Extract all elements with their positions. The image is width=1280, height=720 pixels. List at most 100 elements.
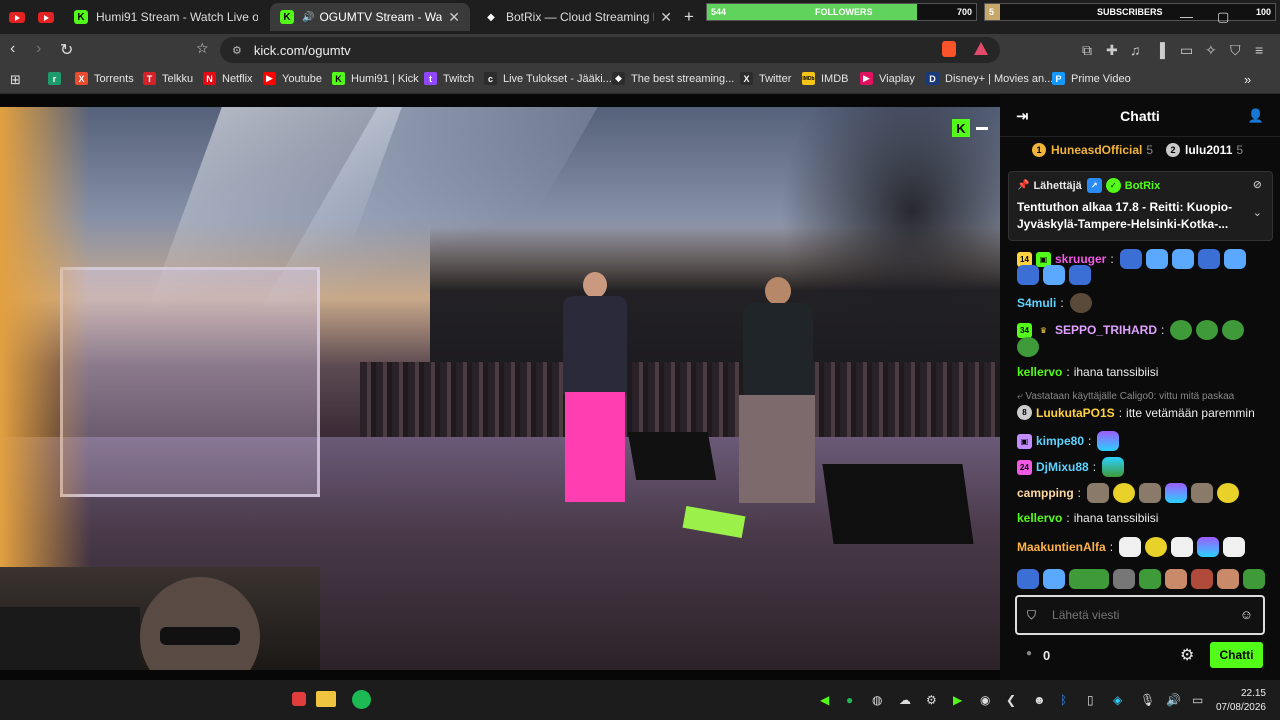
security-icon[interactable]: ◈ [1113, 693, 1122, 707]
reload-icon[interactable]: ↻ [60, 40, 73, 60]
pinned-tab-youtube[interactable] [4, 5, 30, 29]
emoji-picker-icon[interactable]: ☺ [1240, 607, 1253, 622]
bookmark-item[interactable]: P Prime Video [1052, 72, 1131, 85]
tab-botrix[interactable]: ◆ BotRix — Cloud Streaming Bot for Twitc… [474, 3, 682, 31]
leaderboard-entry[interactable]: 2 lulu2011 5 [1166, 143, 1243, 157]
chat-username[interactable]: LuukutaPO1S [1036, 406, 1115, 420]
chat-message-input[interactable] [1052, 608, 1223, 622]
more-bookmarks-icon[interactable]: » [1244, 72, 1251, 87]
followers-progress-fill [707, 4, 917, 20]
forward-icon[interactable]: › [36, 40, 41, 58]
bookmark-item[interactable]: X Torrents [75, 72, 134, 85]
play-icon[interactable]: ▶ [953, 693, 962, 707]
microphone-icon[interactable]: 🎙 [1140, 693, 1155, 707]
chat-panel: ⇥ Chatti 👤 1 HuneasdOfficial 5 2 lulu201… [1000, 95, 1280, 680]
chat-username[interactable]: kellervo [1017, 511, 1062, 525]
volume-icon[interactable]: 🔊 [1166, 693, 1181, 707]
chat-input-box[interactable]: ⛉ ☺ [1015, 595, 1265, 635]
onedrive-icon[interactable]: ☁ [899, 693, 911, 707]
bookmark-item[interactable]: ▶ Viaplay [860, 72, 915, 85]
kick-logo-icon: K [952, 119, 970, 137]
vpn-icon[interactable]: ⛉ [1230, 42, 1241, 59]
app-tray-icon[interactable]: ☻ [1033, 693, 1046, 707]
chat-username[interactable]: DjMixu88 [1036, 460, 1089, 474]
hide-pin-icon[interactable]: ⊘ [1253, 178, 1262, 191]
usb-icon[interactable]: ▯ [1087, 693, 1094, 707]
app-icon[interactable] [292, 692, 306, 706]
chat-message: S4muli : [1017, 293, 1096, 313]
bookmark-item[interactable]: T Telkku [143, 72, 193, 85]
wallet-icon[interactable]: ▭ [1180, 42, 1193, 59]
reply-context[interactable]: ⤶ Vastataan käyttäjälle Caligo0: vittu m… [1017, 391, 1234, 402]
chat-username[interactable]: SEPPO_TRIHARD [1055, 323, 1157, 337]
sidebar-icon[interactable]: ▐ [1155, 42, 1165, 58]
spotify-icon[interactable] [352, 690, 371, 709]
brave-shield-icon[interactable] [942, 41, 956, 57]
media-icon[interactable]: ♫ [1130, 42, 1141, 58]
bookmark-icon[interactable]: ☆ [196, 40, 209, 57]
obs-icon[interactable]: ◉ [980, 693, 990, 707]
new-tab-button[interactable]: + [684, 7, 694, 27]
leo-ai-icon[interactable]: ✧ [1205, 42, 1217, 59]
bookmark-item[interactable]: X Twitter [740, 72, 791, 85]
close-tab-icon[interactable]: ✕ [448, 9, 460, 26]
bookmark-item[interactable]: c Live Tulokset - Jääki... [484, 72, 612, 85]
screenshot-icon[interactable]: ⧉ [1082, 42, 1092, 59]
bookmark-item[interactable]: IMDb IMDB [802, 72, 849, 85]
bookmark-item[interactable]: r [48, 72, 67, 85]
system-clock[interactable]: 22.15 07/08/2026 [1216, 687, 1266, 715]
tab-ogumtv[interactable]: K 🔊 OGUMTV Stream - Watch Live on Kick ✕ [270, 3, 470, 31]
chat-username[interactable]: campping [1017, 486, 1074, 500]
gift-badge-icon: ▣ [1017, 433, 1032, 449]
bluetooth-icon[interactable]: ᛒ [1060, 693, 1067, 707]
app-tray-icon[interactable]: ❮ [1006, 693, 1016, 707]
chat-username[interactable]: S4muli [1017, 296, 1056, 310]
chat-username[interactable]: kellervo [1017, 365, 1062, 379]
close-tab-icon[interactable]: ✕ [660, 9, 672, 26]
bookmark-item[interactable]: t Twitch [424, 72, 474, 85]
chat-username[interactable]: skruuger [1055, 252, 1106, 266]
maximize-icon[interactable]: ▢ [1217, 9, 1229, 25]
chat-settings-icon[interactable]: ⚙ [1180, 645, 1194, 665]
discord-icon[interactable]: ◍ [872, 693, 882, 707]
chat-username[interactable]: kimpe80 [1036, 434, 1084, 448]
leaderboard-entry[interactable]: 1 HuneasdOfficial 5 [1032, 143, 1153, 157]
menu-icon[interactable]: ≡ [1255, 42, 1263, 58]
network-icon[interactable]: ▭ [1192, 693, 1203, 707]
bookmark-item[interactable]: K Humi91 | Kick [332, 72, 419, 85]
sub-badge: 8 [1017, 405, 1032, 420]
stream-video-player[interactable]: K [0, 107, 1000, 670]
file-explorer-icon[interactable] [316, 691, 336, 707]
bookmark-item[interactable]: D Disney+ | Movies an... [926, 72, 1053, 85]
bookmark-item[interactable]: N Netflix [203, 72, 253, 85]
nvidia-icon[interactable]: ◀ [820, 693, 829, 707]
send-chat-button[interactable]: Chatti [1210, 642, 1263, 668]
back-icon[interactable]: ‹ [10, 40, 15, 58]
pinned-message[interactable]: 📌 Lähettäjä ↗ ✓ BotRix ⊘ Tenttuthon alka… [1008, 171, 1273, 241]
pinned-tab-youtube[interactable] [33, 5, 59, 29]
site-info-icon[interactable]: ⚙ [232, 44, 242, 57]
address-bar[interactable]: ⚙ kick.com/ogumtv [220, 37, 1000, 63]
apps-grid-icon[interactable]: ⊞ [10, 72, 21, 88]
bookmark-label: The best streaming... [631, 72, 735, 85]
bookmark-item[interactable]: ▶ Youtube [263, 72, 322, 85]
collapse-chat-icon[interactable]: ⇥ [1016, 107, 1029, 125]
chat-username[interactable]: MaakuntienAlfa [1017, 540, 1106, 554]
emote-icon [1145, 249, 1168, 269]
chat-message: MaakuntienAlfa : [1017, 537, 1249, 557]
expand-chevron-icon[interactable]: ⌄ [1253, 206, 1262, 219]
extensions-icon[interactable]: ✚ [1106, 42, 1118, 59]
user-list-icon[interactable]: 👤 [1248, 108, 1264, 124]
kick-icon: K [280, 10, 294, 24]
spotify-tray-icon[interactable]: ● [846, 693, 853, 707]
emote-icon [1043, 265, 1065, 285]
steam-icon[interactable]: ⚙ [926, 693, 937, 707]
bookmarks-bar: ⊞ r X Torrents T Telkku N Netflix ▶ Youtube … [0, 66, 1280, 94]
tab-humi91[interactable]: K Humi91 Stream - Watch Live on Kick [64, 3, 268, 31]
bookmark-favicon-icon: P [1052, 72, 1065, 85]
bookmark-item[interactable]: ◆ The best streaming... [612, 72, 734, 85]
brave-rewards-icon[interactable] [974, 42, 988, 55]
chat-message: kellervo : ihana tanssibiisi [1017, 511, 1159, 525]
minimize-icon[interactable]: — [1180, 9, 1193, 24]
chat-text: itte vetämään paremmin [1126, 405, 1255, 420]
